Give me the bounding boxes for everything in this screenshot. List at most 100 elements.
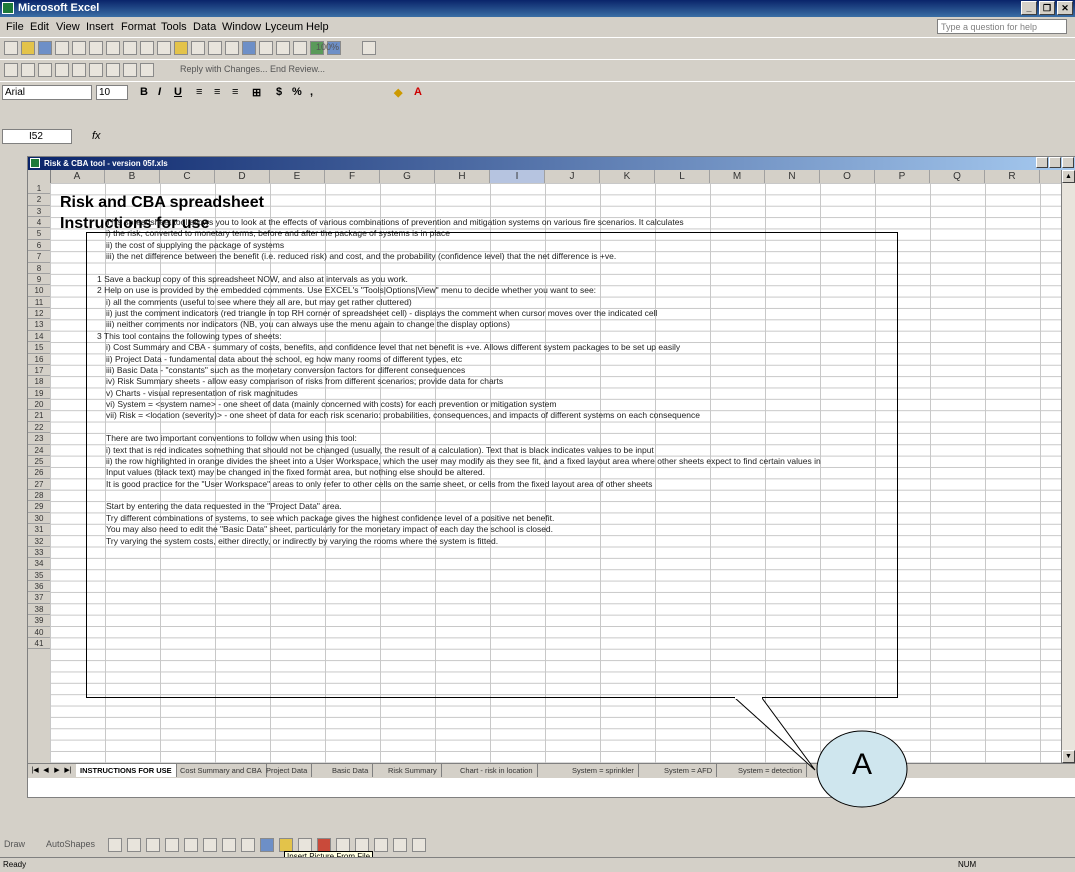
row-header[interactable]: 5: [28, 228, 50, 240]
font-color-draw-icon[interactable]: [317, 838, 331, 852]
menu-edit[interactable]: Edit: [30, 21, 49, 33]
column-header[interactable]: A: [50, 170, 105, 183]
diagram-icon[interactable]: [222, 838, 236, 852]
undo-icon[interactable]: [208, 41, 222, 55]
menu-view[interactable]: View: [56, 21, 80, 33]
insert-picture-icon[interactable]: [260, 838, 274, 852]
end-review[interactable]: End Review...: [270, 64, 325, 74]
row-header[interactable]: 34: [28, 558, 50, 570]
menu-help[interactable]: Help: [306, 21, 329, 33]
column-header[interactable]: I: [490, 170, 545, 183]
print-preview-icon[interactable]: [106, 41, 120, 55]
menu-format[interactable]: Format: [121, 21, 156, 33]
row-header[interactable]: 29: [28, 501, 50, 513]
row-header[interactable]: 27: [28, 479, 50, 491]
copy-icon[interactable]: [157, 41, 171, 55]
column-header[interactable]: P: [875, 170, 930, 183]
row-header[interactable]: 31: [28, 524, 50, 536]
row-header[interactable]: 35: [28, 570, 50, 582]
percent-icon[interactable]: %: [292, 86, 302, 98]
align-left-icon[interactable]: ≡: [196, 86, 202, 98]
arrow-style-icon[interactable]: [374, 838, 388, 852]
fill-color-draw-icon[interactable]: [279, 838, 293, 852]
row-header[interactable]: 3: [28, 206, 50, 218]
review-icon-3[interactable]: [38, 63, 52, 77]
row-header[interactable]: 28: [28, 490, 50, 502]
review-icon-2[interactable]: [21, 63, 35, 77]
column-header[interactable]: R: [985, 170, 1040, 183]
sheet-tab[interactable]: System = detection: [734, 764, 807, 777]
review-icon-8[interactable]: [123, 63, 137, 77]
sheet-tab[interactable]: INSTRUCTIONS FOR USE: [76, 764, 177, 777]
wb-close-button[interactable]: [1062, 157, 1074, 168]
autoshapes-menu[interactable]: AutoShapes: [46, 839, 95, 849]
line-style-icon[interactable]: [336, 838, 350, 852]
row-header[interactable]: 33: [28, 547, 50, 559]
name-box[interactable]: I52: [2, 129, 72, 144]
row-header[interactable]: 14: [28, 331, 50, 343]
italic-button[interactable]: I: [158, 86, 161, 98]
cut-icon[interactable]: [140, 41, 154, 55]
row-header[interactable]: 20: [28, 399, 50, 411]
question-box[interactable]: Type a question for help: [937, 19, 1067, 34]
autosum-icon[interactable]: [259, 41, 273, 55]
row-header[interactable]: 40: [28, 627, 50, 638]
row-header[interactable]: 6: [28, 240, 50, 252]
row-header[interactable]: 19: [28, 388, 50, 400]
row-header[interactable]: 15: [28, 342, 50, 354]
row-header[interactable]: 16: [28, 354, 50, 365]
column-header[interactable]: D: [215, 170, 270, 183]
row-header[interactable]: 7: [28, 251, 50, 263]
row-header[interactable]: 9: [28, 274, 50, 286]
review-icon-9[interactable]: [140, 63, 154, 77]
textbox-icon[interactable]: [184, 838, 198, 852]
sheet-tab[interactable]: Chart - risk in location: [456, 764, 538, 777]
align-center-icon[interactable]: ≡: [214, 86, 220, 98]
clipart-icon[interactable]: [241, 838, 255, 852]
help-icon[interactable]: [362, 41, 376, 55]
sheet-tab[interactable]: System = AFD: [660, 764, 718, 777]
menu-window[interactable]: Window: [222, 21, 261, 33]
paste-icon[interactable]: [174, 41, 188, 55]
row-header[interactable]: 8: [28, 263, 50, 274]
dash-style-icon[interactable]: [355, 838, 369, 852]
row-header[interactable]: 4: [28, 217, 50, 229]
sheet-tab[interactable]: Basic Data: [328, 764, 374, 777]
tab-last-icon[interactable]: ▶|: [63, 765, 73, 776]
column-header[interactable]: B: [105, 170, 160, 183]
tab-prev-icon[interactable]: ◀: [41, 765, 51, 776]
fill-color-icon[interactable]: ◆: [394, 86, 402, 99]
sheet-tab[interactable]: System = sprinkler: [568, 764, 639, 777]
hyperlink-icon[interactable]: [242, 41, 256, 55]
shadow-icon[interactable]: [393, 838, 407, 852]
new-icon[interactable]: [4, 41, 18, 55]
open-icon[interactable]: [21, 41, 35, 55]
comma-icon[interactable]: ,: [310, 86, 313, 98]
vertical-scrollbar[interactable]: ▲ ▼: [1061, 170, 1075, 763]
sheet-tab[interactable]: Project Data: [262, 764, 313, 777]
spelling-icon[interactable]: [123, 41, 137, 55]
line-icon[interactable]: [108, 838, 122, 852]
font-size-box[interactable]: 10: [96, 85, 128, 100]
column-header[interactable]: H: [435, 170, 490, 183]
row-header[interactable]: 26: [28, 467, 50, 479]
select-all-corner[interactable]: [28, 170, 51, 183]
menu-data[interactable]: Data: [193, 21, 216, 33]
merge-center-icon[interactable]: ⊞: [252, 86, 261, 99]
row-header[interactable]: 21: [28, 410, 50, 422]
arrow-icon[interactable]: [127, 838, 141, 852]
row-header[interactable]: 18: [28, 376, 50, 388]
row-header[interactable]: 10: [28, 285, 50, 297]
print-icon[interactable]: [89, 41, 103, 55]
line-color-icon[interactable]: [298, 838, 312, 852]
bold-button[interactable]: B: [140, 86, 148, 98]
email-icon[interactable]: [72, 41, 86, 55]
row-header[interactable]: 17: [28, 365, 50, 377]
restore-button[interactable]: ❐: [1039, 1, 1055, 15]
sheet-tab[interactable]: Risk Summary: [384, 764, 442, 777]
underline-button[interactable]: U: [174, 86, 182, 98]
menu-lyceum[interactable]: Lyceum: [265, 21, 303, 33]
tab-first-icon[interactable]: |◀: [30, 765, 40, 776]
row-header[interactable]: 22: [28, 422, 50, 434]
wb-restore-button[interactable]: [1049, 157, 1061, 168]
